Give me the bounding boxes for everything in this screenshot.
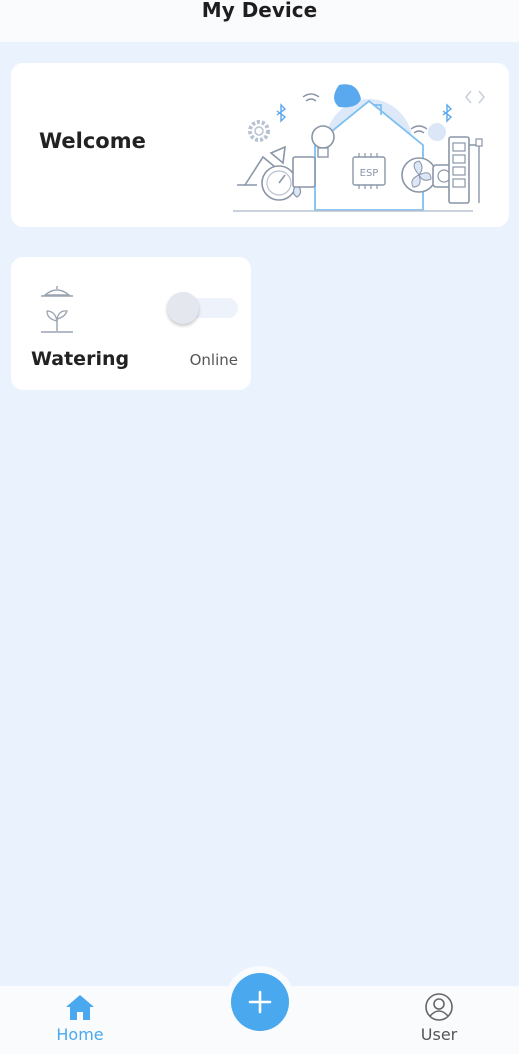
- nav-user-label: User: [420, 1025, 458, 1044]
- add-device-button[interactable]: [231, 973, 289, 1031]
- home-icon: [66, 995, 94, 1020]
- welcome-card: Welcome ESP: [11, 63, 509, 227]
- smart-home-illustration: ESP: [233, 84, 485, 212]
- nav-home-label: Home: [56, 1025, 104, 1044]
- device-status: Online: [189, 351, 238, 369]
- toggle-knob: [167, 292, 199, 324]
- nav-home[interactable]: Home: [40, 986, 120, 1046]
- device-card-watering[interactable]: Watering Online: [11, 257, 251, 390]
- esp-chip-label: ESP: [360, 168, 379, 179]
- device-name: Watering: [31, 348, 130, 370]
- plus-icon: [248, 990, 272, 1014]
- app-header: My Device: [0, 0, 519, 42]
- watering-plant-icon: [41, 286, 73, 333]
- nav-user[interactable]: User: [399, 986, 479, 1046]
- page-title: My Device: [201, 0, 318, 22]
- device-power-toggle[interactable]: [167, 292, 238, 326]
- user-icon: [425, 993, 453, 1021]
- welcome-title: Welcome: [39, 129, 146, 153]
